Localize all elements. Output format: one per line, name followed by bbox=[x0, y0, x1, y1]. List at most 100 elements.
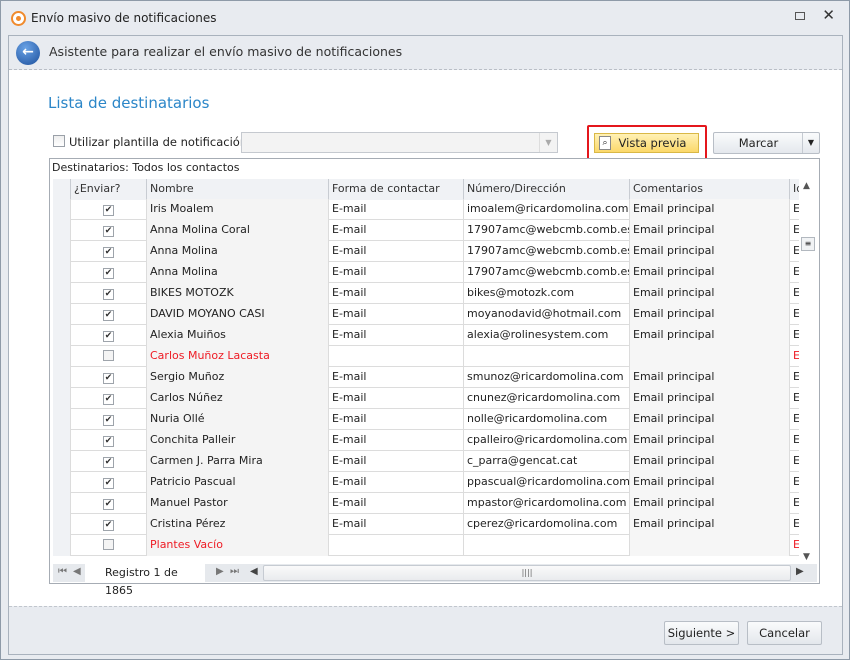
scroll-left-icon[interactable]: ◀ bbox=[250, 566, 258, 577]
table-row[interactable]: Plantes Vacío Es bbox=[53, 535, 799, 556]
method-cell: E-mail bbox=[329, 472, 464, 493]
row-indicator[interactable] bbox=[53, 241, 71, 262]
send-checkbox[interactable]: ✔ bbox=[103, 289, 114, 300]
table-row[interactable]: ✔ Carmen J. Parra Mira E-mail c_parra@genca… bbox=[53, 451, 799, 472]
scroll-thumb[interactable]: ≡ bbox=[801, 237, 815, 251]
row-indicator[interactable] bbox=[53, 325, 71, 346]
next-record-icon[interactable]: ▶ bbox=[216, 566, 224, 577]
record-navigator: ⏮ ◀ Registro 1 de 1865 ▶ ⏭ ◀ |||| ▶ bbox=[53, 564, 817, 597]
row-indicator[interactable] bbox=[53, 283, 71, 304]
column-header-address[interactable]: Número/Dirección bbox=[464, 179, 630, 200]
row-indicator[interactable] bbox=[53, 346, 71, 367]
use-template-checkbox[interactable] bbox=[53, 135, 65, 147]
row-indicator[interactable] bbox=[53, 262, 71, 283]
table-row[interactable]: ✔ Iris Moalem E-mail imoalem@ricardomolina.… bbox=[53, 199, 799, 220]
vertical-scrollbar[interactable]: ▲ ≡ ▼ bbox=[799, 179, 817, 564]
table-row[interactable]: ✔ Sergio Muñoz E-mail smunoz@ricardomolina.… bbox=[53, 367, 799, 388]
row-indicator[interactable] bbox=[53, 304, 71, 325]
restore-button[interactable] bbox=[795, 12, 805, 20]
last-record-icon[interactable]: ⏭ bbox=[230, 566, 239, 577]
id-cell: Es bbox=[790, 262, 799, 283]
mark-button[interactable]: Marcar ▼ bbox=[713, 132, 820, 154]
scroll-down-icon[interactable]: ▼ bbox=[803, 552, 810, 562]
send-cell: ✔ bbox=[71, 199, 147, 220]
address-cell: 17907amc@webcmb.comb.es bbox=[464, 220, 630, 241]
send-checkbox[interactable]: ✔ bbox=[103, 457, 114, 468]
horizontal-scrollbar[interactable]: |||| bbox=[263, 565, 791, 581]
column-header-id[interactable]: Id bbox=[790, 179, 799, 200]
table-row[interactable]: ✔ BIKES MOTOZK E-mail bikes@motozk.com Email… bbox=[53, 283, 799, 304]
row-indicator[interactable] bbox=[53, 409, 71, 430]
address-cell: 17907amc@webcmb.comb.es bbox=[464, 262, 630, 283]
table-row[interactable]: ✔ Alexia Muiños E-mail alexia@rolinesystem.… bbox=[53, 325, 799, 346]
id-cell: Es bbox=[790, 346, 799, 367]
row-indicator[interactable] bbox=[53, 367, 71, 388]
id-cell: Es bbox=[790, 283, 799, 304]
send-checkbox[interactable]: ✔ bbox=[103, 268, 114, 279]
id-cell: Es bbox=[790, 535, 799, 556]
close-button[interactable]: ✕ bbox=[822, 6, 835, 24]
back-arrow-icon[interactable]: ← bbox=[16, 41, 40, 65]
template-select[interactable]: ▼ bbox=[241, 132, 558, 153]
comment-cell: Email principal bbox=[630, 493, 790, 514]
row-indicator[interactable] bbox=[53, 199, 71, 220]
column-header-method[interactable]: Forma de contactar bbox=[329, 179, 464, 200]
table-row[interactable]: Carlos Muñoz Lacasta Es bbox=[53, 346, 799, 367]
send-checkbox[interactable]: ✔ bbox=[103, 331, 114, 342]
send-checkbox[interactable]: ✔ bbox=[103, 373, 114, 384]
magnifier-icon: ⌕ bbox=[599, 136, 611, 150]
send-cell: ✔ bbox=[71, 514, 147, 535]
row-indicator[interactable] bbox=[53, 388, 71, 409]
next-button[interactable]: Siguiente > bbox=[664, 621, 739, 645]
row-indicator[interactable] bbox=[53, 493, 71, 514]
scroll-right-icon[interactable]: ▶ bbox=[796, 566, 804, 577]
row-indicator[interactable] bbox=[53, 220, 71, 241]
first-record-icon[interactable]: ⏮ bbox=[58, 566, 67, 577]
send-checkbox[interactable]: ✔ bbox=[103, 310, 114, 321]
send-checkbox[interactable]: ✔ bbox=[103, 394, 114, 405]
prev-record-icon[interactable]: ◀ bbox=[73, 566, 81, 577]
table-row[interactable]: ✔ Anna Molina E-mail 17907amc@webcmb.comb.e… bbox=[53, 262, 799, 283]
broadcast-icon bbox=[11, 11, 26, 26]
column-header-send[interactable]: ¿Enviar? bbox=[71, 179, 147, 200]
send-checkbox[interactable]: ✔ bbox=[103, 226, 114, 237]
send-checkbox[interactable]: ✔ bbox=[103, 415, 114, 426]
table-row[interactable]: ✔ Conchita Palleir E-mail cpalleiro@ricardo… bbox=[53, 430, 799, 451]
wizard-header: ← Asistente para realizar el envío masiv… bbox=[9, 36, 842, 70]
send-checkbox[interactable]: ✔ bbox=[103, 520, 114, 531]
table-row[interactable]: ✔ Carlos Núñez E-mail cnunez@ricardomolina.… bbox=[53, 388, 799, 409]
row-indicator[interactable] bbox=[53, 430, 71, 451]
table-row[interactable]: ✔ Nuria Ollé E-mail nolle@ricardomolina.com… bbox=[53, 409, 799, 430]
id-cell: Es bbox=[790, 451, 799, 472]
row-indicator[interactable] bbox=[53, 514, 71, 535]
table-row[interactable]: ✔ Manuel Pastor E-mail mpastor@ricardomolin… bbox=[53, 493, 799, 514]
send-checkbox[interactable]: ✔ bbox=[103, 205, 114, 216]
cancel-button[interactable]: Cancelar bbox=[747, 621, 822, 645]
column-header-comments[interactable]: Comentarios bbox=[630, 179, 790, 200]
row-indicator[interactable] bbox=[53, 535, 71, 556]
preview-button[interactable]: ⌕ Vista previa bbox=[594, 133, 699, 153]
comment-cell: Email principal bbox=[630, 325, 790, 346]
id-cell: Es bbox=[790, 304, 799, 325]
chevron-down-icon[interactable]: ▼ bbox=[802, 133, 819, 153]
table-row[interactable]: ✔ Anna Molina Coral E-mail 17907amc@webcmb.… bbox=[53, 220, 799, 241]
send-checkbox[interactable]: ✔ bbox=[103, 247, 114, 258]
table-row[interactable]: ✔ Anna Molina E-mail 17907amc@webcmb.comb.e… bbox=[53, 241, 799, 262]
row-indicator[interactable] bbox=[53, 451, 71, 472]
send-checkbox[interactable] bbox=[103, 350, 114, 361]
comment-cell: Email principal bbox=[630, 367, 790, 388]
send-checkbox[interactable] bbox=[103, 539, 114, 550]
table-row[interactable]: ✔ Cristina Pérez E-mail cperez@ricardomolin… bbox=[53, 514, 799, 535]
send-checkbox[interactable]: ✔ bbox=[103, 499, 114, 510]
send-checkbox[interactable]: ✔ bbox=[103, 436, 114, 447]
dialog-window: Envío masivo de notificaciones ✕ ← Asist… bbox=[0, 0, 850, 660]
table-row[interactable]: ✔ DAVID MOYANO CASI E-mail moyanodavid@hotm… bbox=[53, 304, 799, 325]
scroll-up-icon[interactable]: ▲ bbox=[803, 181, 810, 191]
table-row[interactable]: ✔ Patricio Pascual E-mail ppascual@ricardom… bbox=[53, 472, 799, 493]
send-checkbox[interactable]: ✔ bbox=[103, 478, 114, 489]
address-cell: cperez@ricardomolina.com bbox=[464, 514, 630, 535]
name-cell: Iris Moalem bbox=[147, 199, 329, 220]
header-row: ¿Enviar? Nombre Forma de contactar Númer… bbox=[53, 179, 799, 200]
column-header-name[interactable]: Nombre bbox=[147, 179, 329, 200]
row-indicator[interactable] bbox=[53, 472, 71, 493]
